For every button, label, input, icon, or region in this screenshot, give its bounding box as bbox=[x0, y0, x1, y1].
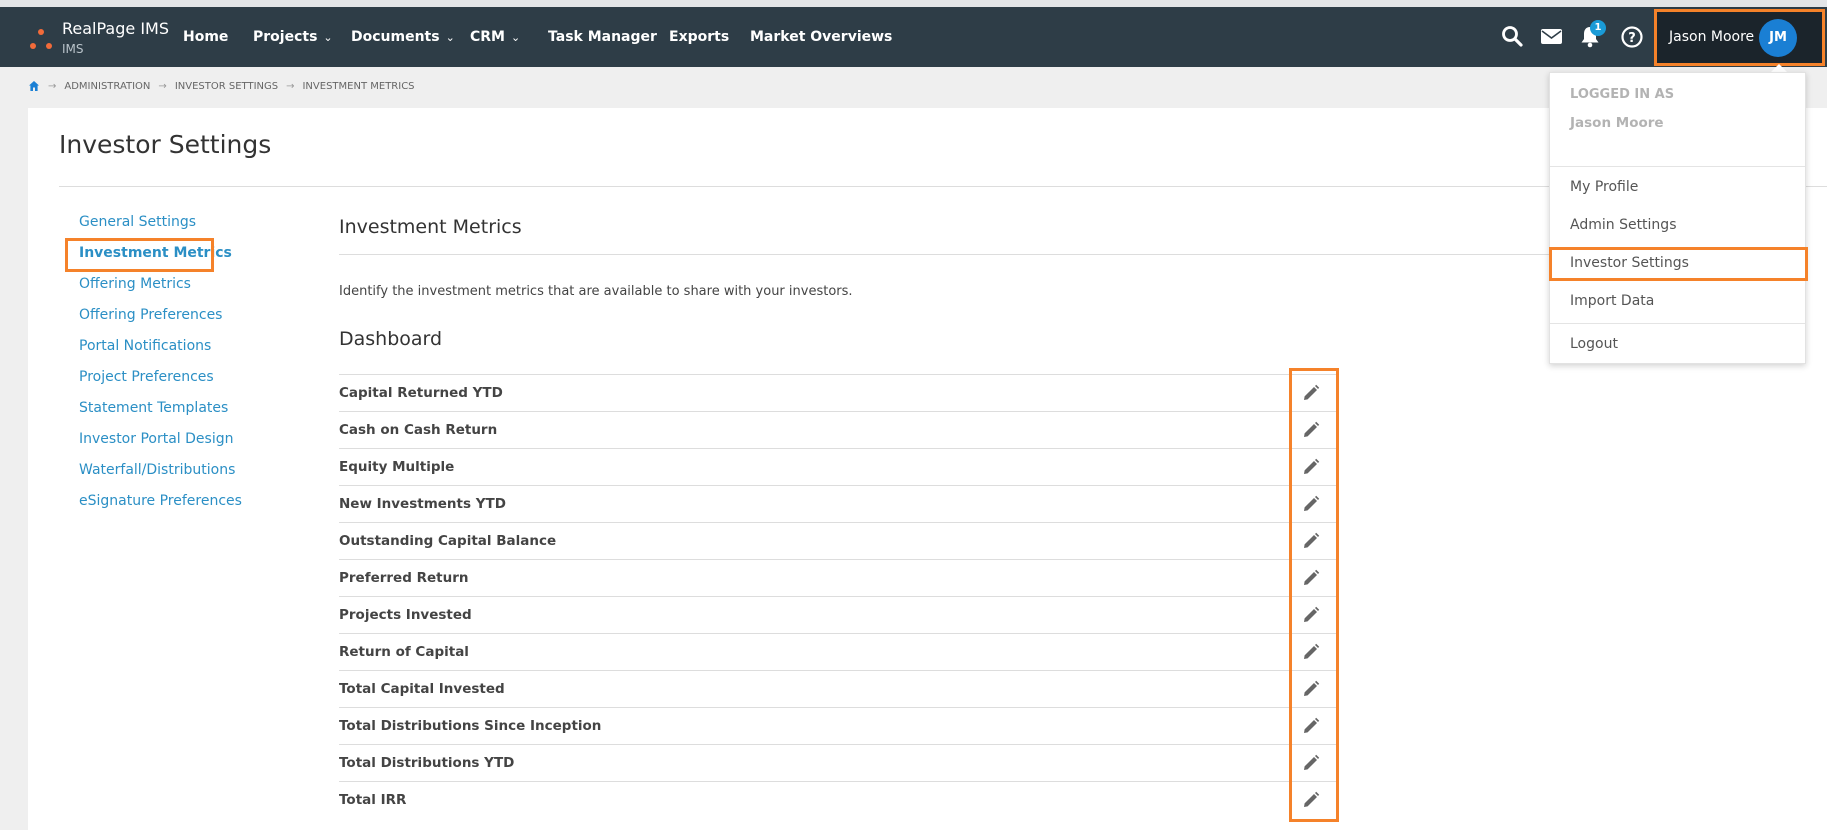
metric-row: Outstanding Capital Balance bbox=[339, 522, 1339, 559]
logo-icon bbox=[26, 25, 56, 55]
metric-row: Capital Returned YTD bbox=[339, 374, 1339, 411]
menu-item-my-profile[interactable]: My Profile bbox=[1570, 179, 1638, 195]
metric-row: Total Distributions YTD bbox=[339, 744, 1339, 781]
breadcrumb-item[interactable]: INVESTOR SETTINGS bbox=[175, 81, 278, 92]
metrics-list: Capital Returned YTD Cash on Cash Return E… bbox=[339, 374, 1339, 818]
dropdown-header: LOGGED IN AS bbox=[1570, 87, 1675, 102]
metric-label: Equity Multiple bbox=[339, 459, 455, 475]
search-icon[interactable] bbox=[1500, 24, 1526, 50]
nav-market-overviews-label: Market Overviews bbox=[750, 29, 893, 45]
user-menu-button[interactable]: Jason Moore JM bbox=[1654, 9, 1825, 66]
sidebar-item-portal-notifications[interactable]: Portal Notifications bbox=[79, 338, 211, 354]
breadcrumb-item[interactable]: ADMINISTRATION bbox=[64, 81, 150, 92]
nav-documents[interactable]: Documents ⌄ bbox=[351, 7, 455, 67]
nav-exports-label: Exports bbox=[669, 29, 730, 45]
dropdown-divider bbox=[1550, 323, 1805, 324]
sidebar-item-waterfall-distributions[interactable]: Waterfall/Distributions bbox=[79, 462, 235, 478]
metric-row: Equity Multiple bbox=[339, 448, 1339, 485]
nav-home-label: Home bbox=[183, 29, 229, 45]
sidebar-item-general-settings[interactable]: General Settings bbox=[79, 214, 196, 230]
sidebar-item-project-preferences[interactable]: Project Preferences bbox=[79, 369, 214, 385]
nav-projects[interactable]: Projects ⌄ bbox=[253, 7, 333, 67]
metric-label: Outstanding Capital Balance bbox=[339, 533, 557, 549]
metric-row: Total Distributions Since Inception bbox=[339, 707, 1339, 744]
nav-crm-label: CRM bbox=[470, 29, 505, 45]
nav-crm[interactable]: CRM ⌄ bbox=[470, 7, 520, 67]
metric-row: Total Capital Invested bbox=[339, 670, 1339, 707]
metric-row: Total IRR bbox=[339, 781, 1339, 818]
chevron-down-icon: ⌄ bbox=[445, 31, 455, 44]
sidebar-item-investor-portal-design[interactable]: Investor Portal Design bbox=[79, 431, 233, 447]
breadcrumb-separator-icon: → bbox=[286, 80, 295, 92]
sidebar-item-statement-templates[interactable]: Statement Templates bbox=[79, 400, 228, 416]
metric-label: Preferred Return bbox=[339, 570, 469, 586]
divider bbox=[339, 254, 1549, 255]
help-icon[interactable]: ? bbox=[1619, 24, 1645, 50]
metric-label: Total Distributions Since Inception bbox=[339, 718, 602, 734]
top-strip bbox=[0, 0, 1827, 7]
metric-label: New Investments YTD bbox=[339, 496, 506, 512]
metric-row: Projects Invested bbox=[339, 596, 1339, 633]
metric-row: Return of Capital bbox=[339, 633, 1339, 670]
menu-item-admin-settings[interactable]: Admin Settings bbox=[1570, 217, 1677, 233]
metric-label: Total Capital Invested bbox=[339, 681, 505, 697]
mail-icon[interactable] bbox=[1539, 24, 1565, 50]
metric-label: Return of Capital bbox=[339, 644, 469, 660]
brand-name: RealPage IMS bbox=[62, 19, 169, 38]
metric-row: Preferred Return bbox=[339, 559, 1339, 596]
metric-label: Projects Invested bbox=[339, 607, 472, 623]
nav-task-manager[interactable]: Task Manager bbox=[548, 7, 657, 67]
menu-item-logout[interactable]: Logout bbox=[1570, 336, 1618, 352]
brand-sub: IMS bbox=[62, 42, 84, 56]
breadcrumb-separator-icon: → bbox=[48, 80, 57, 92]
nav-exports[interactable]: Exports bbox=[669, 7, 729, 67]
notification-badge: 1 bbox=[1590, 20, 1606, 36]
metric-label: Capital Returned YTD bbox=[339, 385, 503, 401]
svg-text:?: ? bbox=[1628, 31, 1636, 46]
dropdown-divider bbox=[1550, 166, 1805, 167]
sidebar-item-offering-metrics[interactable]: Offering Metrics bbox=[79, 276, 191, 292]
metric-label: Total IRR bbox=[339, 792, 407, 808]
chevron-down-icon: ⌄ bbox=[323, 31, 333, 44]
user-dropdown-menu: LOGGED IN AS Jason Moore My Profile Admi… bbox=[1549, 72, 1808, 364]
breadcrumb-item-current: INVESTMENT METRICS bbox=[302, 80, 415, 92]
dropdown-user-name: Jason Moore bbox=[1570, 115, 1664, 131]
sidebar-item-esignature-preferences[interactable]: eSignature Preferences bbox=[79, 493, 242, 509]
home-icon[interactable] bbox=[28, 80, 40, 92]
metric-row: New Investments YTD bbox=[339, 485, 1339, 522]
sidebar-active-highlight bbox=[65, 238, 214, 272]
menu-item-import-data[interactable]: Import Data bbox=[1570, 293, 1654, 309]
breadcrumb-separator-icon: → bbox=[158, 80, 167, 92]
nav-documents-label: Documents bbox=[351, 29, 440, 45]
sidebar-item-offering-preferences[interactable]: Offering Preferences bbox=[79, 307, 222, 323]
section-description: Identify the investment metrics that are… bbox=[339, 284, 853, 299]
subsection-title: Dashboard bbox=[339, 328, 443, 350]
avatar: JM bbox=[1759, 19, 1797, 57]
section-title: Investment Metrics bbox=[339, 216, 522, 238]
breadcrumb: → ADMINISTRATION → INVESTOR SETTINGS → I… bbox=[28, 80, 415, 92]
metric-label: Total Distributions YTD bbox=[339, 755, 515, 771]
edit-column-highlight bbox=[1289, 368, 1339, 822]
nav-home[interactable]: Home bbox=[183, 7, 228, 67]
metric-label: Cash on Cash Return bbox=[339, 422, 498, 438]
chevron-down-icon: ⌄ bbox=[511, 31, 521, 44]
nav-market-overviews[interactable]: Market Overviews bbox=[750, 7, 892, 67]
user-name: Jason Moore bbox=[1669, 29, 1755, 45]
menu-item-highlight bbox=[1549, 247, 1808, 281]
nav-projects-label: Projects bbox=[253, 29, 318, 45]
brand[interactable]: RealPage IMS IMS bbox=[62, 19, 169, 57]
page-title: Investor Settings bbox=[59, 130, 272, 159]
nav-task-manager-label: Task Manager bbox=[548, 29, 657, 45]
metric-row: Cash on Cash Return bbox=[339, 411, 1339, 448]
